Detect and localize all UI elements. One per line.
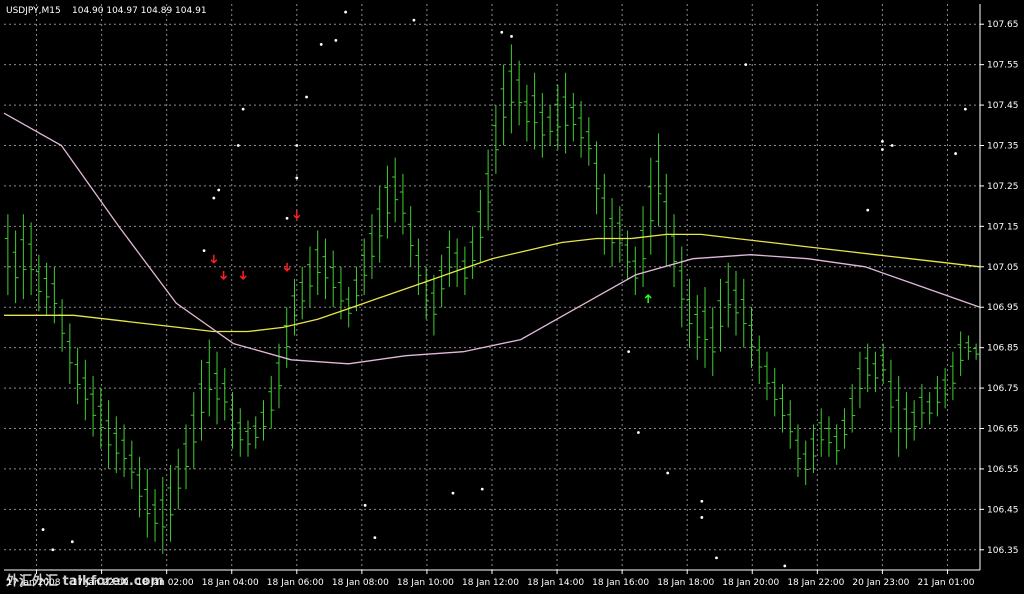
time-tick-label: 18 Jan 08:00 <box>332 578 389 588</box>
fractal-dot <box>295 176 299 180</box>
fractal-dot <box>510 34 513 38</box>
time-tick-label: 18 Jan 18:00 <box>657 578 714 588</box>
time-tick-label: 18 Jan 22:00 <box>787 578 844 588</box>
price-tick-label: 107.35 <box>987 142 1019 152</box>
fractal-dot <box>866 208 870 212</box>
fractal-dot <box>480 487 484 491</box>
fractal-dot <box>715 556 718 560</box>
fractal-dot <box>881 148 884 151</box>
fractal-dot <box>212 196 216 200</box>
fractal-dot <box>41 528 45 531</box>
price-tick-label: 107.55 <box>987 61 1019 71</box>
fractal-dot <box>637 431 640 434</box>
fractal-dot <box>700 499 704 503</box>
price-tick-label: 106.75 <box>987 384 1019 394</box>
price-tick-label: 106.55 <box>987 465 1019 475</box>
time-tick-label: 18 Jan 20:00 <box>722 578 779 588</box>
time-tick-label: 18 Jan 06:00 <box>267 578 324 588</box>
fractal-dot <box>363 503 367 507</box>
fractal-dot <box>202 249 206 253</box>
fractal-dot <box>344 10 347 14</box>
time-tick-label: 18 Jan 04:00 <box>202 578 259 588</box>
watermark: 外汇外汇 talkforex.com <box>5 573 164 589</box>
fractal-dot <box>241 107 245 111</box>
chart-header-ohlc: 104.90 104.97 104.89 104.91 <box>72 6 207 16</box>
fractal-dot <box>890 144 894 147</box>
fractal-dot <box>744 63 748 67</box>
fractal-dot <box>217 188 221 192</box>
time-tick-label: 18 Jan 16:00 <box>592 578 649 588</box>
time-tick-label: 20 Jan 23:00 <box>852 578 909 588</box>
price-tick-label: 107.65 <box>987 20 1019 30</box>
fractal-dot <box>451 491 455 495</box>
price-tick-label: 106.45 <box>987 505 1019 515</box>
fractal-dot <box>666 471 670 475</box>
fractal-dot <box>51 548 55 552</box>
time-tick-label: 18 Jan 12:00 <box>462 578 519 588</box>
price-tick-label: 106.35 <box>987 546 1019 556</box>
price-tick-label: 106.65 <box>987 425 1019 435</box>
fractal-dot <box>700 516 704 519</box>
price-tick-label: 106.85 <box>987 344 1019 354</box>
fractal-dot <box>70 540 74 544</box>
chart-header-symbol: USDJPY,M15 <box>6 6 61 16</box>
price-tick-label: 106.95 <box>987 303 1019 313</box>
price-tick-label: 107.05 <box>987 263 1019 273</box>
time-tick-label: 21 Jan 01:00 <box>917 578 974 588</box>
fractal-dot <box>954 152 957 155</box>
fractal-dot <box>412 18 416 22</box>
fractal-dot <box>285 216 289 220</box>
time-tick-label: 18 Jan 10:00 <box>397 578 454 588</box>
fractal-dot <box>963 107 967 111</box>
fractal-dot <box>295 144 299 147</box>
fractal-dot <box>334 38 338 42</box>
time-tick-label: 18 Jan 14:00 <box>527 578 584 588</box>
fractal-dot <box>236 144 240 147</box>
fractal-dot <box>783 564 787 568</box>
fractal-dot <box>627 350 631 354</box>
fractal-dot <box>319 43 323 46</box>
price-chart: 107.65 107.55 107.45 107.35 107.25 107.15 107.… <box>0 0 1024 594</box>
fractal-dot <box>373 536 377 540</box>
fractal-dot <box>500 30 504 34</box>
fractal-dot <box>305 95 308 99</box>
price-tick-label: 107.25 <box>987 182 1019 192</box>
price-tick-label: 107.45 <box>987 101 1019 111</box>
fractal-dot <box>881 140 884 143</box>
price-tick-label: 107.15 <box>987 222 1019 232</box>
